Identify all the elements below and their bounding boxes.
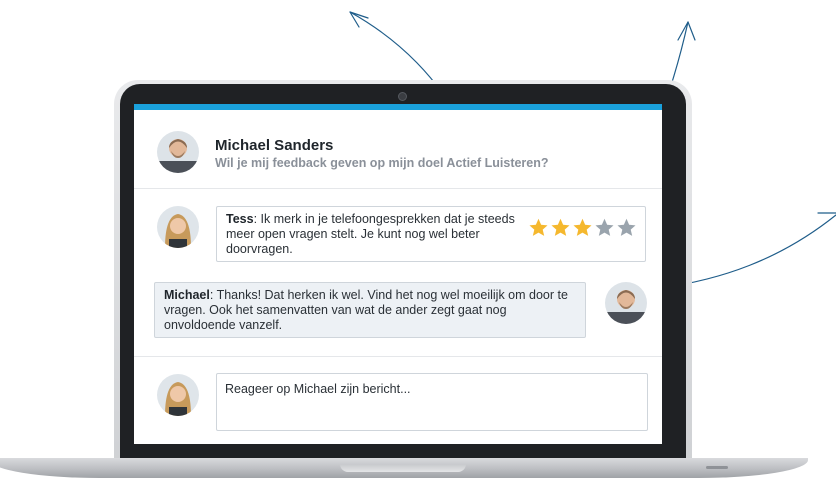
camera-icon — [398, 92, 407, 101]
reply-divider — [134, 356, 662, 357]
avatar-tess-reply — [157, 374, 199, 416]
avatar-michael — [157, 131, 199, 173]
avatar-tess — [157, 206, 199, 248]
app-screen: Michael Sanders Wil je mij feedback geve… — [134, 104, 662, 444]
comment-text-line: vragen. Ook het samenvatten van wat de a… — [164, 303, 507, 317]
comment-author: Michael — [164, 288, 210, 302]
avatar-michael-reply — [605, 282, 647, 324]
comment-text-line: Thanks! Dat herken ik wel. Vind het nog … — [216, 288, 568, 302]
page: Michael Sanders Wil je mij feedback geve… — [0, 0, 836, 490]
post-header: Michael Sanders Wil je mij feedback geve… — [134, 110, 662, 188]
comment-michael: Michael: Thanks! Dat herken ik wel. Vind… — [154, 282, 586, 338]
star-filled-icon — [551, 218, 570, 236]
star-filled-icon — [573, 218, 592, 236]
reply-input[interactable]: Reageer op Michael zijn bericht... — [216, 373, 648, 431]
comment-text-line: onvoldoende vanzelf. — [164, 318, 283, 332]
star-empty-icon — [595, 218, 614, 236]
comment-author: Tess — [226, 212, 254, 226]
laptop-indicator — [706, 466, 728, 469]
laptop-notch — [340, 464, 466, 472]
rating-stars — [528, 217, 637, 238]
post-question: Wil je mij feedback geven op mijn doel A… — [215, 156, 549, 170]
comment-colon: : — [253, 212, 261, 226]
author-name: Michael Sanders — [215, 137, 334, 154]
comment-text-line: Ik merk in je telefoongesprekken dat je … — [260, 212, 515, 226]
comment-text-line: doorvragen. — [226, 242, 293, 256]
comment-text-line: meer open vragen stelt. Je kunt nog wel … — [226, 227, 480, 241]
header-divider — [134, 188, 662, 189]
star-filled-icon — [529, 218, 548, 236]
star-empty-icon — [617, 218, 636, 236]
comment-colon: : — [209, 288, 217, 302]
reply-placeholder: Reageer op Michael zijn bericht... — [225, 382, 411, 396]
